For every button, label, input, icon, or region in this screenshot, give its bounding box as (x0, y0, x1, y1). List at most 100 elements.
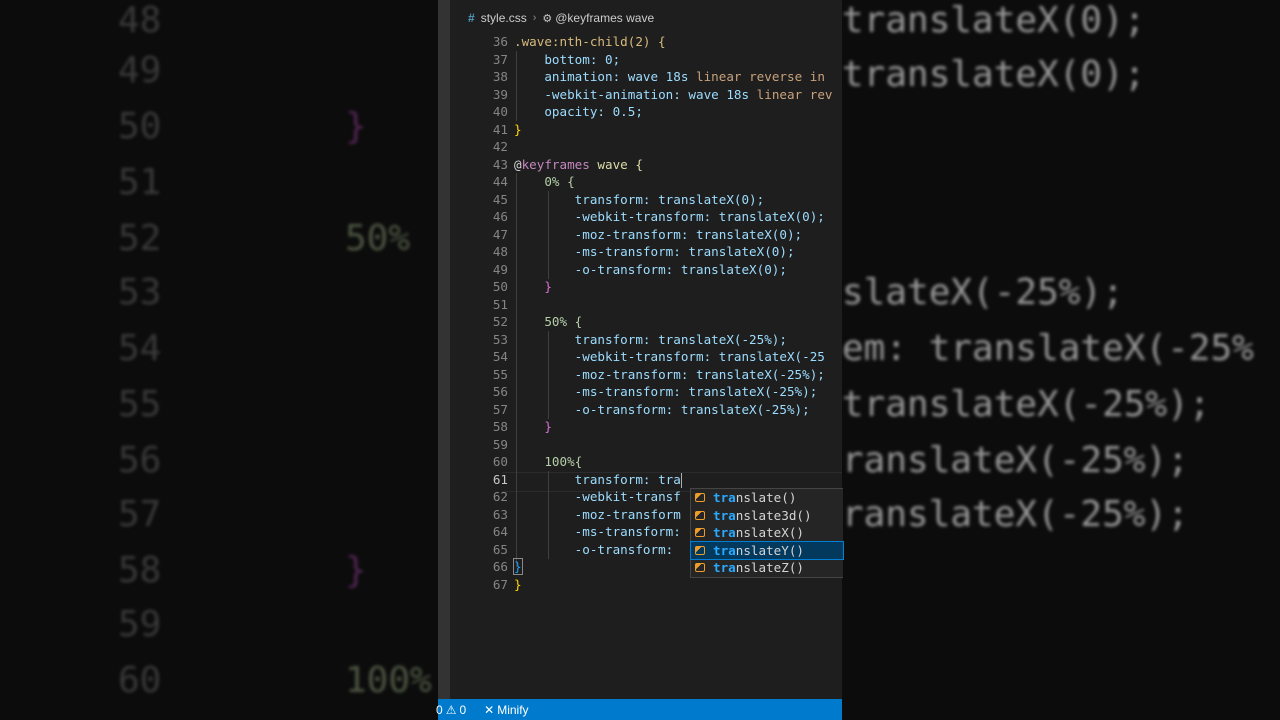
css-declaration: -ms-transform: (574, 524, 681, 539)
suggestion-match: tra (713, 560, 736, 575)
code-line: -webkit-transform: translateX(0); (514, 208, 842, 226)
bg-line-number: 50 (118, 106, 162, 147)
bg-line-number: 57 (118, 494, 162, 535)
background-zoom-left: 48 49 50 } 51 52 50% 53 54 55 56 57 58 }… (0, 0, 438, 720)
code-line: -ms-transform: translateX(0); (514, 243, 842, 261)
bg-code-text: translateX(0); (842, 0, 1146, 41)
keyframe-selector: 50% { (544, 314, 583, 329)
line-number: 42 (492, 139, 508, 154)
code-line: -ms-transform: translateX(-25%); (514, 383, 842, 401)
suggestion-item[interactable]: tra nslateX() (691, 524, 843, 542)
line-number: 45 (492, 191, 508, 207)
symbol-icon: ⚙ (542, 12, 553, 25)
code-line: @keyframes wave { (514, 156, 842, 174)
line-number: 43 (492, 156, 508, 172)
code-line: } (514, 576, 842, 594)
breadcrumb-file[interactable]: style.css (481, 11, 527, 25)
line-number: 52 (492, 314, 508, 329)
suggestion-item[interactable]: tra nslate3d() (691, 507, 843, 525)
line-number: 65 (492, 541, 508, 557)
suggestion-rest: nslate3d() (735, 507, 812, 523)
line-number: 53 (492, 331, 508, 347)
line-number: 49 (492, 261, 508, 277)
css-value: linear rev (756, 86, 833, 102)
suggestion-item[interactable]: tra nslateZ() (691, 559, 843, 577)
suggestion-match: tra (713, 542, 736, 558)
bg-code-text: ranslateX(-25%); (842, 440, 1189, 481)
breadcrumb[interactable]: # style.css › ⚙ @keyframes wave (450, 8, 654, 28)
css-declaration: animation: wave 18s (544, 69, 696, 84)
activity-bar[interactable] (438, 0, 450, 699)
chevron-right-icon: › (532, 12, 537, 24)
line-number: 51 (492, 296, 508, 312)
at-symbol: @ (514, 156, 522, 172)
css-declaration: -webkit-transform: translateX(-25 (574, 349, 825, 364)
status-bar: 0 ⚠ 0 ✕ Minify (436, 699, 842, 720)
code-line: bottom: 0; (514, 51, 842, 69)
line-number: 66 (492, 559, 508, 574)
css-selector: .wave:nth-child(2) { (514, 34, 666, 49)
line-number: 50 (492, 279, 508, 294)
suggestion-rest: nslateX() (735, 525, 804, 540)
css-declaration: -o-transform: translateX(0); (574, 261, 787, 277)
closing-brace: } (544, 279, 552, 294)
code-line: 50% { (514, 313, 842, 331)
bg-line-number: 54 (118, 328, 162, 369)
suggestion-item-selected[interactable]: tra nslateY() (690, 540, 844, 560)
bg-line-number: 49 (118, 50, 162, 91)
line-number: 54 (492, 349, 508, 364)
line-numbers: 36 37 38 39 40 41 42 43 44 45 46 47 48 4… (450, 33, 518, 593)
suggestion-rest: nslateZ() (735, 560, 804, 575)
line-number: 41 (492, 121, 508, 137)
bg-code-text: em: translateX(-25% (842, 328, 1254, 369)
css-value: linear reverse in (696, 69, 825, 84)
code-line: 0% { (514, 173, 842, 191)
line-number: 48 (492, 244, 508, 259)
line-number-active: 61 (492, 471, 508, 487)
keyframe-selector: 100%{ (544, 454, 583, 469)
keyframes-keyword: keyframes (521, 156, 590, 172)
minify-button[interactable]: ✕ Minify (484, 703, 528, 717)
function-icon (694, 527, 707, 538)
closing-brace: } (514, 121, 522, 137)
bg-line-number: 48 (118, 0, 162, 41)
bg-line-number: 59 (118, 604, 162, 645)
line-number: 36 (492, 34, 508, 49)
background-zoom-right: translateX(0); translateX(0); slateX(-25… (842, 0, 1280, 720)
code-line: } (514, 278, 842, 296)
function-icon (694, 510, 707, 521)
bg-50pct: 50% (345, 218, 411, 259)
function-icon (694, 562, 707, 573)
line-number: 60 (492, 454, 508, 469)
bg-line-number: 55 (118, 384, 162, 425)
warning-icon: ⚠ (445, 702, 457, 717)
code-line-active[interactable]: transform: tra (514, 471, 842, 489)
code-line: -o-transform: translateX(0); (514, 261, 842, 279)
problems-indicator[interactable]: 0 ⚠ 0 (436, 702, 466, 717)
breadcrumb-symbol[interactable]: ⚙ @keyframes wave (542, 11, 654, 25)
css-declaration-typing: transform: tra (574, 471, 681, 487)
code-editor[interactable]: # style.css › ⚙ @keyframes wave 36 37 38… (438, 0, 842, 720)
bg-code-text: translateX(-25%); (842, 384, 1211, 425)
closing-brace-matched: } (513, 558, 523, 575)
code-line: .wave:nth-child(2) { (514, 33, 842, 51)
bg-brace: } (345, 106, 367, 147)
line-number: 37 (492, 51, 508, 67)
suggestion-item[interactable]: tra nslate() (691, 489, 843, 507)
css-declaration: -moz-transform (574, 506, 681, 522)
suggestion-rest: nslateY() (735, 542, 804, 558)
bg-line-number: 51 (118, 162, 162, 203)
bg-line-number: 53 (118, 272, 162, 313)
autocomplete-suggestions[interactable]: tra nslate() tra nslate3d() tra nslateX() t… (690, 488, 844, 578)
suggestion-match: tra (713, 490, 736, 505)
css-declaration: -webkit-transform: translateX(0); (574, 209, 825, 224)
css-declaration: -moz-transform: translateX(0); (574, 226, 803, 242)
code-line: -webkit-animation: wave 18s linear rev (514, 86, 842, 104)
code-line: -moz-transform: translateX(-25%); (514, 366, 842, 384)
bg-100pct: 100% (345, 660, 432, 701)
css-declaration: -webkit-animation: wave 18s (544, 86, 757, 102)
css-file-icon: # (468, 11, 475, 25)
bg-line-number: 52 (118, 218, 162, 259)
bg-line-number: 58 (118, 550, 162, 591)
